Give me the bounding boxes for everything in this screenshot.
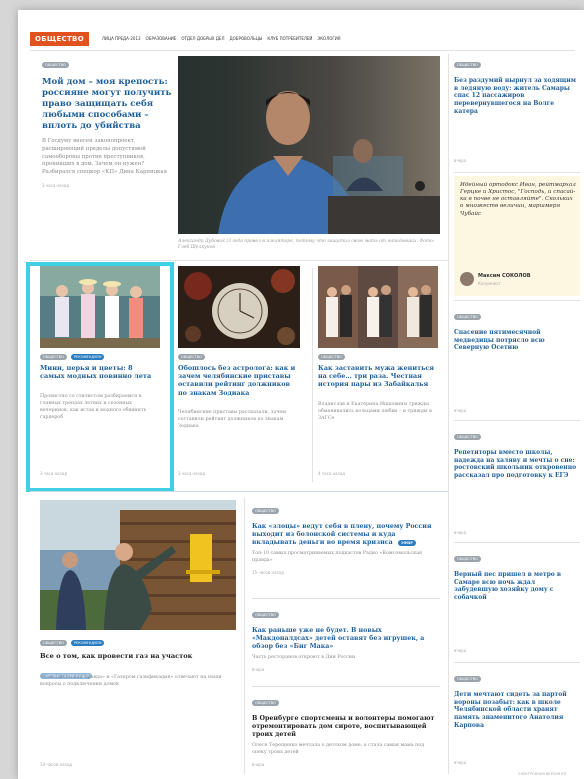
tag: ОБЩЕСТВО xyxy=(454,675,481,682)
gas-title[interactable]: Все о том, как провести газ на участок xyxy=(40,652,236,660)
list-item-title[interactable]: В Оренбурге спортсмены и волонтеры помог… xyxy=(252,715,440,739)
gas-meter-house-image xyxy=(40,500,236,630)
gas-article[interactable]: ОБЩЕСТВО РЕКОМЕНДУЕМ Все о том, как пров… xyxy=(40,500,236,770)
nav-item[interactable]: ЛИЦА ПРЕДА-2013 xyxy=(102,36,141,41)
list-item-title[interactable]: Как раньше уже не будет. В новых «Макдон… xyxy=(252,627,440,651)
card-summary: Челябинские приставы рассказали, зачем с… xyxy=(178,410,287,429)
air-badge: ЭФИР xyxy=(397,539,416,546)
footer-note: ЭЛЕКТРОННАЯ ВЕРСИЯ КП xyxy=(518,772,567,776)
divider xyxy=(244,498,245,774)
divider xyxy=(454,172,580,173)
divider xyxy=(252,686,440,687)
list-item-time: 15 часов назад xyxy=(252,570,284,576)
zodiac-clock-image xyxy=(178,266,300,348)
tag: РЕКОМЕНДУЕМ xyxy=(70,640,105,646)
lead-title[interactable]: Мой дом – моя крепость: россияне могут п… xyxy=(42,77,172,132)
right-item-title[interactable]: Верный пес пришел в метро в Самаре всю н… xyxy=(454,571,580,602)
tag: ОБЩЕСТВО xyxy=(454,313,481,320)
right-item-time: вчера xyxy=(454,760,467,765)
list-item-time: вчера xyxy=(252,667,265,673)
card-photo xyxy=(178,266,300,348)
nav-item[interactable]: ОТДЕЛ ДОБРЫХ ДЕЛ xyxy=(181,36,224,41)
nav-item[interactable]: ОБРАЗОВАНИЕ xyxy=(146,36,177,41)
divider xyxy=(30,260,448,261)
right-item[interactable]: ОБЩЕСТВО Репетиторы вместо школы, надежд… xyxy=(454,426,580,540)
card-wedding[interactable]: ОБЩЕСТВО Как заставить мужа жениться на … xyxy=(318,266,442,484)
author-avatar xyxy=(460,272,474,286)
lead-photo[interactable] xyxy=(178,56,440,234)
tag: ОБЩЕСТВО xyxy=(454,555,481,562)
nav-item[interactable]: ЭКОЛОГИЯ xyxy=(317,36,340,41)
card-summary: Владислав и Екатерина Ишковины трижды об… xyxy=(318,402,432,421)
divider xyxy=(454,420,580,421)
tag: ОБЩЕСТВО xyxy=(42,61,69,68)
quote-block[interactable]: Идейный ортодокс Иван, рейтмархал Герцке… xyxy=(454,176,580,296)
tag: ОБЩЕСТВО xyxy=(454,433,481,440)
card-tags: ОБЩЕСТВО РЕКОМЕНДУЕМ xyxy=(40,640,106,646)
right-item-time: вчера xyxy=(454,530,467,535)
right-item-time: вчера xyxy=(454,648,467,653)
tag: ОБЩЕСТВО xyxy=(318,354,345,360)
right-item[interactable]: ОБЩЕСТВО Спасение пятимесячной медведицы… xyxy=(454,306,580,418)
quote-text: Идейный ортодокс Иван, рейтмархал Герцке… xyxy=(460,182,576,217)
card-time: 3 часа назад xyxy=(178,471,205,476)
card-tags: ОБЩЕСТВО xyxy=(318,354,347,360)
lead-article[interactable]: ОБЩЕСТВО Мой дом – моя крепость: россиян… xyxy=(42,54,172,188)
nav-item[interactable]: ДОБРОВОЛЬЦЫ xyxy=(229,36,262,41)
card-tags: ОБЩЕСТВО xyxy=(178,354,207,360)
divider xyxy=(30,491,448,492)
right-item[interactable]: ОБЩЕСТВО Без раздумий нырнул за ходящим … xyxy=(454,54,580,170)
author-role: Колумнист xyxy=(478,281,501,286)
lead-time: 3 часа назад xyxy=(42,183,69,189)
list-item[interactable]: ОБЩЕСТВО Как «злоцы» ведут себя в плену,… xyxy=(252,500,440,575)
tag: ОБЩЕСТВО xyxy=(252,611,279,618)
card-time: 4 часа назад xyxy=(318,471,345,476)
tag: ОБЩЕСТВО xyxy=(252,699,279,706)
tag: ОБЩЕСТВО xyxy=(454,61,481,68)
right-item-time: вчера xyxy=(454,158,467,163)
right-item-time: вчера xyxy=(454,408,467,413)
divider xyxy=(312,268,313,482)
list-item[interactable]: ОБЩЕСТВО Как раньше уже не будет. В новы… xyxy=(252,604,440,672)
right-item-title[interactable]: Репетиторы вместо школы, надежда на халя… xyxy=(454,449,580,480)
tag: ОБЩЕСТВО xyxy=(252,507,279,514)
gas-photo xyxy=(40,500,236,630)
section-header: ОБЩЕСТВО ЛИЦА ПРЕДА-2013 ОБРАЗОВАНИЕ ОТД… xyxy=(30,32,575,46)
list-item-time: вчера xyxy=(252,762,265,768)
card-title[interactable]: Как заставить мужа жениться на себе… три… xyxy=(318,364,438,389)
divider xyxy=(454,662,580,663)
lead-photo-caption: Александр Дубовик (3 года провел в изоля… xyxy=(178,239,435,251)
gas-summary: «Комсомольская правда» и «Газпром газифи… xyxy=(40,675,222,687)
card-zodiac[interactable]: ОБЩЕСТВО Обошлось без астролога: как и з… xyxy=(178,266,308,484)
list-item-summary: Часть ресторанов откроют в Дни России xyxy=(252,655,356,661)
man-portrait-image xyxy=(178,56,440,234)
selection-highlight xyxy=(26,262,174,492)
section-nav: ЛИЦА ПРЕДА-2013 ОБРАЗОВАНИЕ ОТДЕЛ ДОБРЫХ… xyxy=(102,36,341,41)
divider xyxy=(454,542,580,543)
list-item[interactable]: ОБЩЕСТВО В Оренбурге спортсмены и волонт… xyxy=(252,692,440,767)
list-item-title[interactable]: Как «злоцы» ведут себя в плену, почему Р… xyxy=(252,523,440,547)
card-photo xyxy=(318,266,438,348)
card-title[interactable]: Обошлось без астролога: как и зачем челя… xyxy=(178,364,300,397)
right-item-title[interactable]: Без раздумий нырнул за ходящим в ледяную… xyxy=(454,77,580,115)
right-item-title[interactable]: Дети мечтают сидеть за партой вороны поз… xyxy=(454,691,580,729)
author-name[interactable]: Максим СОКОЛОВ xyxy=(478,273,531,279)
divider xyxy=(448,54,449,774)
right-item-title[interactable]: Спасение пятимесячной медведицы потрясло… xyxy=(454,329,580,352)
tag: ОБЩЕСТВО xyxy=(40,640,67,646)
right-item[interactable]: ОБЩЕСТВО Дети мечтают сидеть за партой в… xyxy=(454,668,580,772)
divider xyxy=(252,598,440,599)
divider xyxy=(454,300,580,301)
right-item[interactable]: ОБЩЕСТВО Верный пес пришел в метро в Сам… xyxy=(454,548,580,660)
gas-time: 14 часов назад xyxy=(40,762,72,767)
list-item-summary: Олеся Терещенко мечтала о детском доме, … xyxy=(252,743,425,756)
list-item-summary: Топ-10 самых просматриваемых подкастов Р… xyxy=(252,551,423,564)
section-badge[interactable]: ОБЩЕСТВО xyxy=(30,32,89,46)
newspaper-page: ОБЩЕСТВО ЛИЦА ПРЕДА-2013 ОБРАЗОВАНИЕ ОТД… xyxy=(18,10,584,779)
tag: ОБЩЕСТВО xyxy=(178,354,205,360)
nav-item[interactable]: КЛУБ ПОТРЕБИТЕЛЕЙ xyxy=(267,36,312,41)
divider xyxy=(30,50,575,51)
wedding-photos-image xyxy=(318,266,438,348)
lead-summary: В Госдуму внесен законопроект, расширяющ… xyxy=(42,138,168,176)
